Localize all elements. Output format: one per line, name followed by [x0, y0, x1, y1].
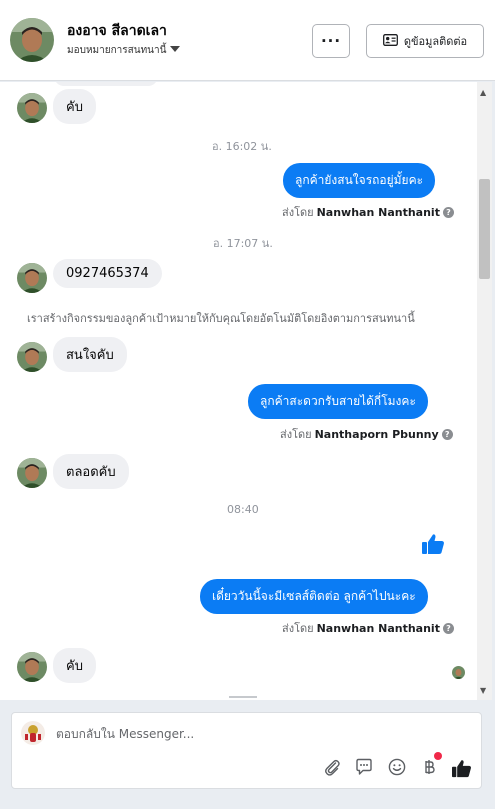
reply-input[interactable]: [56, 727, 356, 741]
timestamp: อ. 16:02 น.: [212, 140, 272, 153]
caret-down-icon: [170, 45, 181, 56]
sent-by-prefix: ส่งโดย: [282, 206, 314, 219]
contact-card-icon: [382, 33, 398, 49]
clipped-timestamp: [229, 696, 257, 700]
contact-avatar: [17, 263, 47, 293]
outgoing-message[interactable]: ลูกค้ายังสนใจรถอยู่มั้ยคะ: [283, 163, 436, 198]
page-avatar: [21, 721, 45, 745]
view-contact-label: ดูข้อมูลติดต่อ: [403, 35, 468, 48]
more-options-button[interactable]: ···: [312, 24, 350, 58]
notification-dot: [434, 752, 442, 760]
incoming-message[interactable]: 0927465374: [53, 259, 162, 288]
assign-label: มอบหมายการสนทนานี้: [67, 45, 167, 56]
contact-name: องอาจ สีลาดเลา: [67, 23, 167, 39]
scroll-up-arrow-icon[interactable]: ▲: [480, 88, 486, 97]
more-options-label: ···: [320, 32, 342, 50]
sent-by-prefix: ส่งโดย: [282, 622, 314, 635]
outgoing-message[interactable]: เดี๋ยววันนี้จะมีเซลส์ติดต่อ ลูกค้าไปนะคะ: [200, 579, 428, 614]
sent-by-label: ส่งโดย Nanthaporn Pbunny ?: [280, 425, 453, 443]
incoming-message[interactable]: คับ: [53, 648, 96, 683]
contact-avatar: [17, 652, 47, 682]
speech-bubble-icon[interactable]: [354, 758, 374, 776]
contact-avatar: [17, 93, 47, 123]
help-icon[interactable]: ?: [441, 428, 453, 440]
sent-by-label: ส่งโดย Nanwhan Nanthanit ?: [282, 203, 454, 221]
scrollbar-thumb[interactable]: [479, 179, 490, 279]
assign-conversation-dropdown[interactable]: มอบหมายการสนทนานี้: [67, 43, 181, 58]
help-icon[interactable]: ?: [442, 206, 454, 218]
sender-name: Nanwhan Nanthanit: [316, 621, 440, 635]
contact-avatar: [17, 458, 47, 488]
conversation-header: องอาจ สีลาดเลา มอบหมายการสนทนานี้ ··· ดู…: [0, 0, 495, 81]
outgoing-message[interactable]: ลูกค้าสะดวกรับสายได้กี่โมงคะ: [248, 384, 428, 419]
contact-avatar: [17, 342, 47, 372]
view-contact-button[interactable]: ดูข้อมูลติดต่อ: [366, 24, 484, 58]
incoming-message[interactable]: ตลอดคับ: [53, 454, 129, 489]
incoming-message[interactable]: คับ: [53, 89, 96, 124]
thread-scrollbar[interactable]: ▲ ▼: [477, 82, 492, 700]
incoming-message[interactable]: สนใจคับ: [53, 337, 127, 372]
sent-by-label: ส่งโดย Nanwhan Nanthanit ?: [282, 619, 454, 637]
sender-name: Nanthaporn Pbunny: [314, 427, 439, 441]
sent-by-prefix: ส่งโดย: [280, 428, 312, 441]
thumbs-up-icon[interactable]: [421, 533, 445, 559]
contact-avatar[interactable]: [10, 18, 54, 62]
reply-composer: [11, 712, 482, 789]
help-icon[interactable]: ?: [442, 622, 454, 634]
thumbs-up-icon[interactable]: [450, 758, 472, 778]
message-thread[interactable]: คับ อ. 16:02 น. ลูกค้ายังสนใจรถอยู่มั้ยค…: [0, 82, 477, 700]
read-receipt-avatar: [452, 666, 465, 679]
inbox-conversation-window: องอาจ สีลาดเลา มอบหมายการสนทนานี้ ··· ดู…: [0, 0, 495, 809]
scroll-down-arrow-icon[interactable]: ▼: [480, 686, 486, 695]
clipped-message-bubble: [54, 82, 158, 86]
paperclip-icon[interactable]: [322, 758, 342, 776]
smiley-icon[interactable]: [387, 758, 407, 776]
system-note: เราสร้างกิจกรรมของลูกค้าเป้าหมายให้กับคุ…: [27, 312, 415, 325]
timestamp: 08:40: [227, 503, 259, 516]
timestamp: อ. 17:07 น.: [213, 237, 273, 250]
baht-icon[interactable]: [419, 752, 442, 776]
sender-name: Nanwhan Nanthanit: [316, 205, 440, 219]
